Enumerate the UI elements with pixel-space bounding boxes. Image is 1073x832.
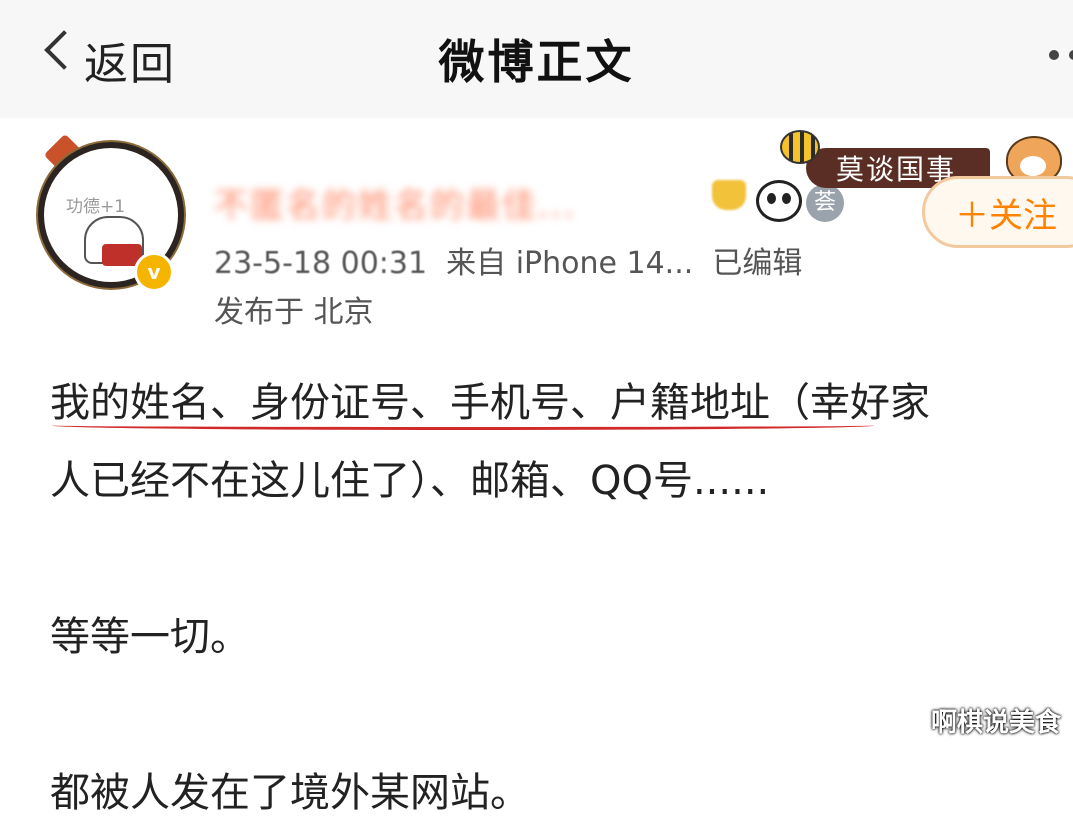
post-line: 人已经不在这儿住了）、邮箱、QQ号......: [50, 458, 770, 504]
post-location: 发布于 北京: [214, 295, 374, 330]
post-line: 我的姓名、身份证号、手机号、户籍地址（幸好家: [50, 380, 930, 426]
post-meta: 23-5-18 00:31 来自 iPhone 14... 已编辑: [214, 238, 802, 282]
watermark-text: 啊棋说美食: [930, 708, 1061, 738]
avatar-caption: 功德+1: [66, 197, 126, 217]
post-body: 我的姓名、身份证号、手机号、户籍地址（幸好家 人已经不在这儿住了）、邮箱、QQ号…: [50, 364, 1073, 832]
page-title: 微博正文: [438, 35, 635, 89]
nav-bar: 返回 微博正文: [0, 0, 1073, 118]
username[interactable]: 不匿名的姓名的最佳...: [214, 178, 576, 227]
verified-badge-icon: v: [134, 252, 174, 292]
bee-icon: [780, 130, 820, 164]
edited-label[interactable]: 已编辑: [712, 246, 802, 281]
panda-icon: [756, 180, 802, 222]
more-dots-icon[interactable]: [1049, 50, 1073, 60]
post-line: 等等一切。: [50, 614, 250, 660]
follow-button[interactable]: ＋关注: [922, 176, 1073, 248]
post-line: 都被人发在了境外某网站。: [50, 770, 530, 816]
post-time: 23-5-18 00:31: [214, 246, 428, 281]
red-underline-annotation: [52, 421, 874, 430]
post-source[interactable]: 来自 iPhone 14...: [446, 246, 693, 281]
crown-icon: [712, 180, 746, 210]
tag-icon: 荟: [806, 184, 844, 222]
